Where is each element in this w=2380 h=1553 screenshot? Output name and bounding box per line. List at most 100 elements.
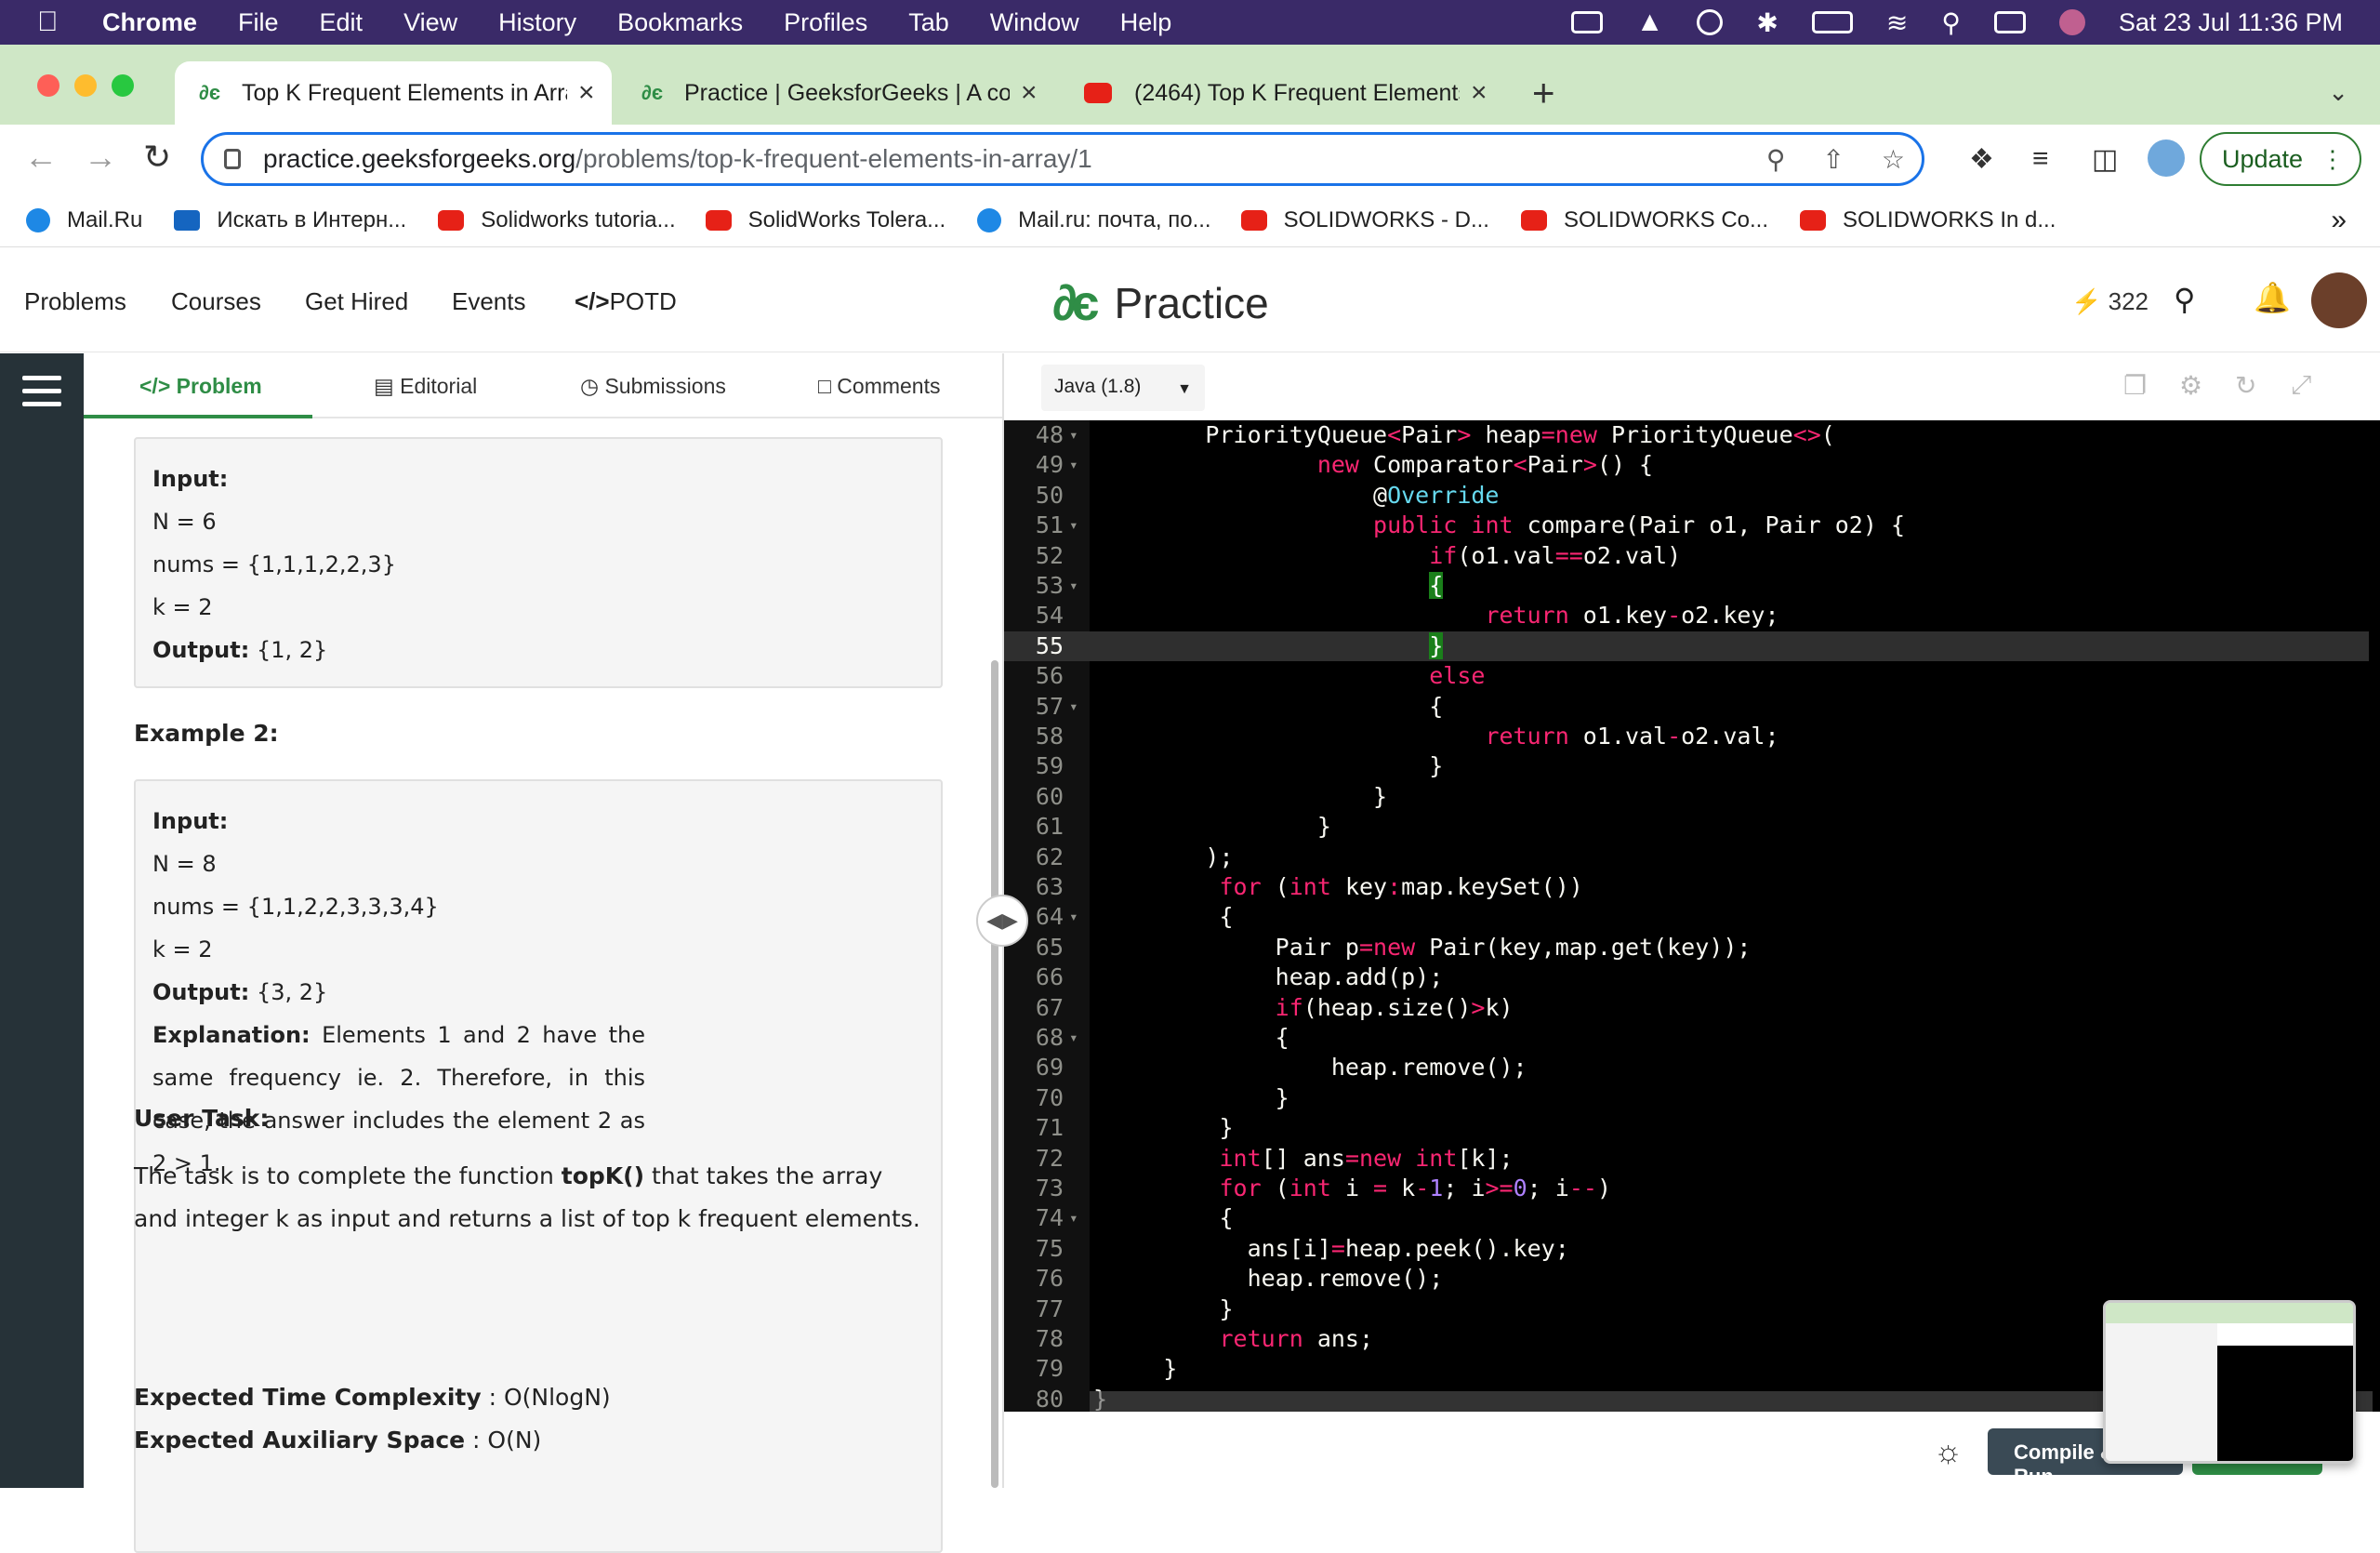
fold-arrow-icon[interactable]: ▾: [1069, 571, 1078, 601]
close-tab-icon[interactable]: ×: [578, 77, 595, 109]
code-line[interactable]: 50 @Override: [1004, 481, 2369, 511]
code-line[interactable]: 55 }: [1004, 630, 2369, 662]
bluetooth-icon[interactable]: ✱: [1756, 7, 1778, 38]
code-line[interactable]: 64 ▾ {: [1004, 902, 2369, 932]
menu-window[interactable]: Window: [990, 8, 1079, 37]
code-editor[interactable]: 48 ▾ PriorityQueue<Pair> heap=new Priorit…: [1004, 420, 2380, 1412]
menu-tab[interactable]: Tab: [908, 8, 949, 37]
clock[interactable]: Sat 23 Jul 11:36 PM: [2119, 8, 2343, 37]
code-line[interactable]: 58 return o1.val-o2.val;: [1004, 722, 2369, 751]
hamburger-icon[interactable]: [22, 376, 61, 409]
menu-view[interactable]: View: [403, 8, 457, 37]
tab-search-chevron-icon[interactable]: ⌄: [2328, 78, 2348, 107]
bookmark-item[interactable]: SOLIDWORKS In d...: [1800, 207, 2056, 233]
back-arrow-icon[interactable]: ←: [24, 138, 58, 177]
siri-icon[interactable]: [2058, 9, 2085, 35]
nav-get-hired[interactable]: Get Hired: [305, 287, 408, 316]
bookmark-item[interactable]: SOLIDWORKS Co...: [1520, 207, 1768, 233]
lock-icon[interactable]: [224, 149, 241, 169]
tab-comments[interactable]: □ Comments: [818, 374, 941, 399]
bookmark-item[interactable]: SolidWorks Tolera...: [705, 207, 945, 233]
address-bar[interactable]: practice.geeksforgeeks.org/problems/top-…: [201, 132, 1924, 186]
language-select[interactable]: Java (1.8) ▼: [1041, 365, 1205, 411]
tab-top-k-frequent[interactable]: ∂є Top K Frequent Elements in Array ×: [175, 61, 612, 125]
play-icon[interactable]: [1697, 9, 1724, 35]
apple-icon[interactable]: : [37, 7, 74, 38]
code-line[interactable]: 61 }: [1004, 812, 2369, 842]
code-line[interactable]: 74 ▾ {: [1004, 1203, 2369, 1233]
more-bookmarks-icon[interactable]: »: [2331, 205, 2347, 236]
code-line[interactable]: 67 if(heap.size()>k): [1004, 993, 2369, 1023]
code-line[interactable]: 60 }: [1004, 782, 2369, 812]
code-line[interactable]: 69 heap.remove();: [1004, 1053, 2369, 1082]
bookmark-item[interactable]: Solidworks tutoria...: [438, 207, 676, 233]
streak-counter[interactable]: ⚡ 322: [2071, 287, 2149, 316]
maximize-window-button[interactable]: [112, 74, 134, 97]
fold-arrow-icon[interactable]: ▾: [1069, 450, 1078, 480]
menu-history[interactable]: History: [498, 8, 576, 37]
camera-icon[interactable]: [1570, 11, 1603, 33]
code-line[interactable]: 54 return o1.key-o2.key;: [1004, 601, 2369, 630]
tab-problem[interactable]: </> Problem: [139, 374, 262, 399]
code-line[interactable]: 52 if(o1.val==o2.val): [1004, 541, 2369, 571]
code-line[interactable]: 51 ▾ public int compare(Pair o1, Pair o2)…: [1004, 511, 2369, 540]
code-line[interactable]: 57 ▾ {: [1004, 692, 2369, 722]
nav-courses[interactable]: Courses: [171, 287, 261, 316]
code-line[interactable]: 53 ▾ {: [1004, 571, 2369, 601]
avatar[interactable]: [2311, 272, 2367, 328]
close-tab-icon[interactable]: ×: [1021, 77, 1038, 109]
gear-icon[interactable]: ⚙: [2179, 370, 2202, 401]
new-tab-button[interactable]: +: [1532, 71, 1555, 115]
profile-avatar-icon[interactable]: [2148, 139, 2185, 177]
fold-arrow-icon[interactable]: ▾: [1069, 511, 1078, 540]
bookmark-item[interactable]: SOLIDWORKS - D...: [1240, 207, 1489, 233]
code-line[interactable]: 65 Pair p=new Pair(key,map.get(key));: [1004, 933, 2369, 962]
code-line[interactable]: 59 }: [1004, 751, 2369, 781]
side-panel-icon[interactable]: ◫: [2092, 143, 2118, 176]
code-line[interactable]: 68 ▾ {: [1004, 1023, 2369, 1053]
more-menu-icon[interactable]: ⋮: [2320, 145, 2345, 174]
search-icon[interactable]: ⚲: [2174, 282, 2195, 317]
code-line[interactable]: 72 int[] ans=new int[k];: [1004, 1144, 2369, 1174]
tab-youtube[interactable]: (2464) Top K Frequent Elements ×: [1060, 61, 1506, 125]
fold-arrow-icon[interactable]: ▾: [1069, 1023, 1078, 1053]
zoom-icon[interactable]: ⚲: [1766, 144, 1786, 175]
reload-icon[interactable]: ↻: [143, 138, 171, 177]
menu-bookmarks[interactable]: Bookmarks: [617, 8, 743, 37]
code-line[interactable]: 75 ans[i]=heap.peek().key;: [1004, 1234, 2369, 1264]
code-line[interactable]: 56 else: [1004, 661, 2369, 691]
bookmark-item[interactable]: Mail.ru: почта, по...: [977, 207, 1211, 233]
tab-practice-gfg[interactable]: ∂є Practice | GeeksforGeeks | A computer…: [617, 61, 1054, 125]
code-line[interactable]: 63 for (int key:map.keySet()): [1004, 872, 2369, 902]
menu-app-name[interactable]: Chrome: [102, 8, 197, 37]
code-line[interactable]: 62 );: [1004, 843, 2369, 872]
menu-profiles[interactable]: Profiles: [784, 8, 867, 37]
fullscreen-icon[interactable]: ⤢: [2291, 370, 2311, 401]
tab-editorial[interactable]: ▤ Editorial: [374, 374, 477, 399]
bookmark-item[interactable]: Mail.Ru: [26, 207, 142, 233]
spotlight-search-icon[interactable]: ⚲: [1941, 7, 1961, 38]
fold-arrow-icon[interactable]: ▾: [1069, 902, 1078, 932]
code-line[interactable]: 49 ▾ new Comparator<Pair>() {: [1004, 450, 2369, 480]
reading-list-icon[interactable]: ≡: [2032, 143, 2049, 175]
code-line[interactable]: 73 for (int i = k-1; i>=0; i--): [1004, 1174, 2369, 1203]
gfg-practice-logo[interactable]: ∂є Practice: [1052, 274, 1269, 332]
screenshot-thumbnail[interactable]: [2103, 1300, 2356, 1464]
wifi-icon[interactable]: ≋: [1886, 7, 1908, 38]
problem-scrollbar[interactable]: [991, 660, 998, 1488]
lightbulb-icon[interactable]: ☼: [1934, 1434, 1963, 1470]
share-icon[interactable]: ⇧: [1822, 144, 1844, 175]
forward-arrow-icon[interactable]: →: [84, 138, 117, 177]
fold-arrow-icon[interactable]: ▾: [1069, 420, 1078, 450]
bell-icon[interactable]: 🔔: [2254, 280, 2291, 315]
reset-icon[interactable]: ↻: [2235, 370, 2256, 401]
nav-events[interactable]: Events: [452, 287, 526, 316]
menu-help[interactable]: Help: [1120, 8, 1172, 37]
fold-arrow-icon[interactable]: ▾: [1069, 1203, 1078, 1233]
nav-potd[interactable]: </>POTD: [575, 287, 677, 316]
code-line[interactable]: 48 ▾ PriorityQueue<Pair> heap=new Priorit…: [1004, 420, 2369, 450]
vlc-icon[interactable]: ▲: [1636, 7, 1664, 38]
battery-icon[interactable]: [1811, 11, 1853, 33]
tab-submissions[interactable]: ◷ Submissions: [580, 374, 726, 399]
resize-handle-icon[interactable]: ◀▶: [976, 895, 1028, 947]
